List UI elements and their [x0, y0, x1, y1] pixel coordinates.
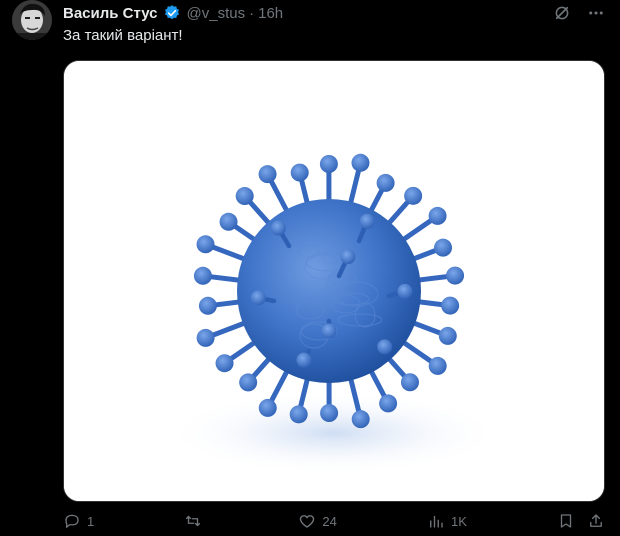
timestamp[interactable]: 16h — [258, 5, 283, 22]
like-count: 24 — [322, 514, 336, 529]
grok-icon[interactable] — [552, 3, 572, 23]
more-icon[interactable] — [586, 3, 606, 23]
views-button[interactable]: 1K — [427, 512, 467, 530]
repost-button[interactable] — [184, 512, 208, 530]
bookmark-button[interactable] — [557, 512, 575, 530]
views-icon — [427, 512, 445, 530]
views-count: 1K — [451, 514, 467, 529]
author-name[interactable]: Василь Стус — [63, 5, 158, 22]
reply-count: 1 — [87, 514, 94, 529]
reply-button[interactable]: 1 — [63, 512, 94, 530]
author-handle[interactable]: @v_stus — [187, 5, 246, 22]
tweet-header: Василь Стус @v_stus · 16h — [63, 3, 283, 23]
tweet[interactable]: Василь Стус @v_stus · 16h За такий варіа — [0, 0, 620, 527]
separator-dot: · — [249, 5, 254, 22]
reply-icon — [63, 512, 81, 530]
share-button[interactable] — [587, 512, 605, 530]
bookmark-icon — [557, 512, 575, 530]
header-actions — [552, 3, 606, 23]
action-right-group — [557, 512, 605, 530]
virus-illustration — [64, 61, 605, 502]
tweet-media-image[interactable] — [63, 60, 605, 502]
tweet-actions: 1 24 1K — [63, 512, 605, 536]
share-icon — [587, 512, 605, 530]
repost-icon — [184, 512, 202, 530]
tweet-text: За такий варіант! — [63, 27, 183, 44]
avatar[interactable] — [12, 0, 52, 40]
heart-icon — [298, 512, 316, 530]
like-button[interactable]: 24 — [298, 512, 336, 530]
verified-badge-icon — [163, 4, 181, 22]
